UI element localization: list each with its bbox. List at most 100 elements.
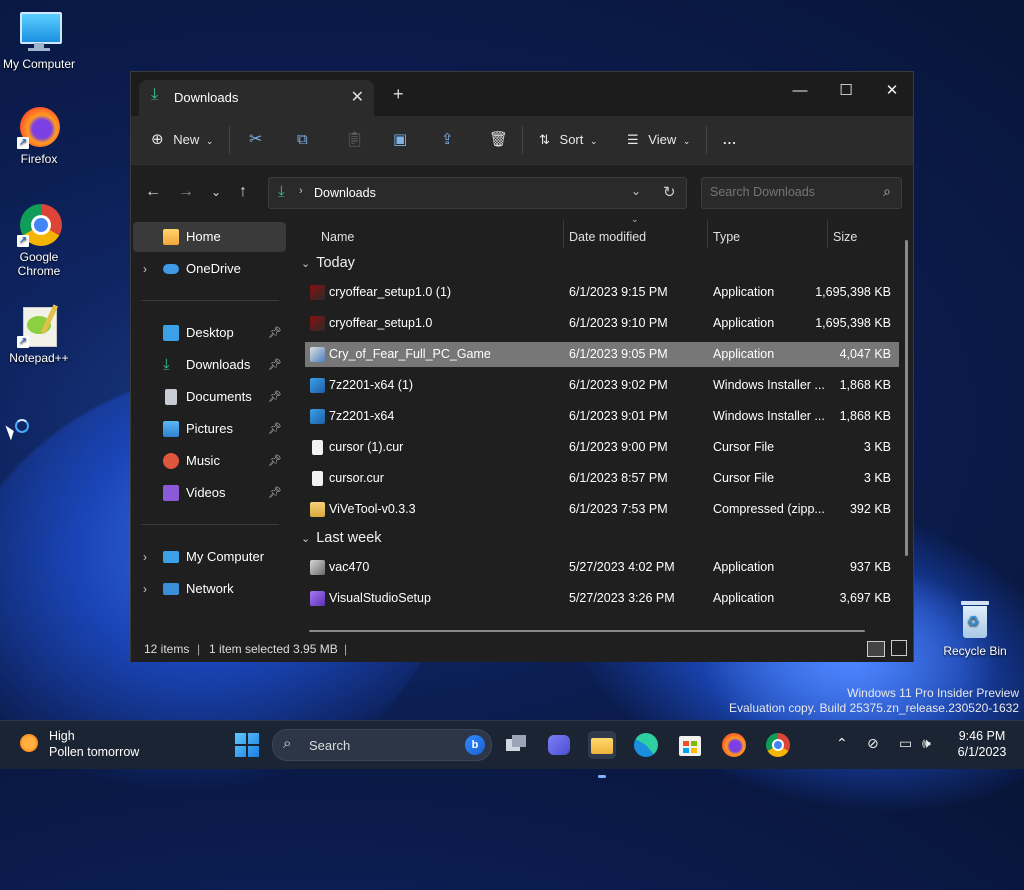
expand-chevron-icon[interactable]: ›: [143, 574, 147, 604]
command-bar: ⊕ New ⌄ ✂ ⧉ 📋︎ ▣ ⇪ 🗑︎ ⇅ Sort ⌄ ☰ View ⌄ …: [131, 116, 913, 164]
search-box[interactable]: ⌕: [701, 177, 902, 209]
file-row[interactable]: 7z2201-x64 (1) 6/1/2023 9:02 PM Windows …: [305, 373, 899, 398]
delete-icon[interactable]: 🗑︎: [489, 128, 508, 152]
taskbar-search-box[interactable]: ⌕ Search b: [272, 729, 492, 761]
cut-icon[interactable]: ✂: [249, 128, 262, 152]
desktop-icon-chrome[interactable]: ↗ Google Chrome: [1, 203, 77, 278]
microsoft-store-icon[interactable]: [676, 731, 704, 759]
breadcrumb-current[interactable]: Downloads: [314, 186, 376, 200]
search-icon[interactable]: ⌕: [883, 183, 891, 200]
view-label: View: [648, 132, 677, 147]
file-row-selected[interactable]: Cry_of_Fear_Full_PC_Game 6/1/2023 9:05 P…: [305, 342, 899, 367]
expand-chevron-icon[interactable]: ›: [143, 254, 147, 284]
clock[interactable]: 9:46 PM 6/1/2023: [944, 728, 1020, 760]
details-view-icon[interactable]: [867, 641, 885, 657]
forward-arrow-icon[interactable]: →: [178, 183, 194, 201]
close-button[interactable]: ✕: [869, 78, 915, 106]
plus-circle-icon: ⊕: [151, 131, 164, 148]
view-button[interactable]: ☰ View ⌄: [627, 128, 690, 152]
group-label: Last week: [316, 530, 382, 546]
blank-file-icon: [312, 471, 323, 486]
edge-icon[interactable]: [632, 731, 660, 759]
tab-downloads[interactable]: ⤓ Downloads ✕: [139, 80, 374, 116]
desktop-icon-my-computer[interactable]: My Computer: [1, 10, 77, 71]
file-row[interactable]: VisualStudioSetup 5/27/2023 3:26 PM Appl…: [305, 586, 899, 611]
volume-icon[interactable]: 🕪︎: [922, 735, 931, 752]
task-view-icon[interactable]: [502, 731, 530, 759]
file-row[interactable]: 7z2201-x64 6/1/2023 9:01 PM Windows Inst…: [305, 404, 899, 429]
more-options-button[interactable]: ...: [723, 128, 737, 152]
nav-item-videos[interactable]: Videos 📌︎: [133, 478, 286, 508]
nav-item-my-computer[interactable]: › My Computer: [133, 542, 286, 572]
search-input[interactable]: [708, 184, 872, 200]
desktop-icon-firefox[interactable]: ↗ Firefox: [1, 105, 77, 166]
pin-icon[interactable]: 📌︎: [268, 318, 282, 348]
rename-icon[interactable]: ▣: [393, 128, 407, 152]
maximize-button[interactable]: ☐: [823, 78, 869, 106]
refresh-icon[interactable]: ↻: [663, 183, 676, 201]
collapse-chevron-icon: ⌄: [301, 533, 311, 545]
recent-locations-chevron-icon[interactable]: ⌄: [211, 185, 221, 199]
nav-item-onedrive[interactable]: › OneDrive: [133, 254, 286, 284]
file-row[interactable]: vac470 5/27/2023 4:02 PM Application 937…: [305, 555, 899, 580]
file-row[interactable]: ViVeTool-v0.3.3 6/1/2023 7:53 PM Compres…: [305, 497, 899, 522]
group-header-today[interactable]: ⌄ Today: [301, 255, 355, 271]
download-arrow-icon: ⤓: [151, 86, 159, 103]
weather-widget[interactable]: High Pollen tomorrow: [18, 728, 158, 762]
expand-chevron-icon[interactable]: ›: [143, 542, 147, 572]
copy-icon[interactable]: ⧉: [297, 128, 308, 152]
nav-item-desktop[interactable]: Desktop 📌︎: [133, 318, 286, 348]
title-bar[interactable]: ⤓ Downloads ✕ + — ☐ ✕: [131, 72, 913, 116]
nav-divider: [141, 524, 279, 525]
vertical-scrollbar[interactable]: [905, 240, 908, 556]
group-header-last-week[interactable]: ⌄ Last week: [301, 530, 382, 546]
pin-icon[interactable]: 📌︎: [268, 350, 282, 380]
file-size: 1,868 KB: [839, 409, 891, 423]
file-row[interactable]: cursor.cur 6/1/2023 8:57 PM Cursor File …: [305, 466, 899, 491]
pin-icon[interactable]: 📌︎: [268, 414, 282, 444]
file-explorer-taskbar-icon[interactable]: [588, 731, 616, 778]
firefox-icon[interactable]: [720, 731, 748, 759]
show-hidden-icons-chevron-icon[interactable]: ⌃: [836, 735, 848, 752]
nav-item-pictures[interactable]: Pictures 📌︎: [133, 414, 286, 444]
chrome-icon[interactable]: [764, 731, 792, 759]
file-row[interactable]: cryoffear_setup1.0 6/1/2023 9:10 PM Appl…: [305, 311, 899, 336]
column-header-size[interactable]: Size: [833, 230, 857, 244]
new-button[interactable]: ⊕ New ⌄: [151, 128, 213, 152]
address-bar[interactable]: ⤓ › Downloads ⌄ ↻: [268, 177, 687, 209]
new-tab-button[interactable]: +: [393, 84, 404, 105]
up-arrow-icon[interactable]: ↑: [239, 183, 247, 201]
tiles-view-icon[interactable]: [891, 640, 907, 656]
breadcrumb-chevron-icon: ›: [299, 185, 303, 197]
desktop-icon-notepad-plus-plus[interactable]: ↗ Notepad++: [1, 304, 77, 365]
column-header-name[interactable]: Name: [321, 230, 354, 244]
nav-label: Network: [186, 581, 234, 596]
monitor-tray-icon[interactable]: ▭: [899, 735, 912, 752]
teams-chat-icon[interactable]: [545, 731, 573, 759]
share-icon[interactable]: ⇪: [441, 128, 454, 152]
column-header-date[interactable]: Date modified: [569, 230, 646, 244]
minimize-button[interactable]: —: [777, 78, 823, 106]
nav-item-network[interactable]: › Network: [133, 574, 286, 604]
column-header-type[interactable]: Type: [713, 230, 740, 244]
paste-icon[interactable]: 📋︎: [345, 128, 364, 152]
address-dropdown-chevron-icon[interactable]: ⌄: [631, 184, 641, 198]
start-button[interactable]: [233, 731, 261, 759]
nav-item-documents[interactable]: Documents 📌︎: [133, 382, 286, 412]
sort-button[interactable]: ⇅ Sort ⌄: [539, 128, 598, 152]
desktop-icon-recycle-bin[interactable]: ♻ Recycle Bin: [937, 597, 1013, 658]
nav-item-music[interactable]: Music 📌︎: [133, 446, 286, 476]
back-arrow-icon[interactable]: ←: [145, 183, 161, 201]
nav-item-home[interactable]: Home: [133, 222, 286, 252]
file-row[interactable]: cryoffear_setup1.0 (1) 6/1/2023 9:15 PM …: [305, 280, 899, 305]
nav-item-downloads[interactable]: ⤓ Downloads 📌︎: [133, 350, 286, 380]
pin-icon[interactable]: 📌︎: [268, 446, 282, 476]
close-tab-icon[interactable]: ✕: [351, 87, 364, 107]
network-disconnected-icon[interactable]: ⊘: [867, 735, 879, 752]
pin-icon[interactable]: 📌︎: [268, 382, 282, 412]
file-row[interactable]: cursor (1).cur 6/1/2023 9:00 PM Cursor F…: [305, 435, 899, 460]
horizontal-scrollbar[interactable]: [309, 630, 865, 632]
bing-icon[interactable]: b: [465, 735, 485, 755]
desktop-folder-icon: [163, 325, 179, 341]
pin-icon[interactable]: 📌︎: [268, 478, 282, 508]
